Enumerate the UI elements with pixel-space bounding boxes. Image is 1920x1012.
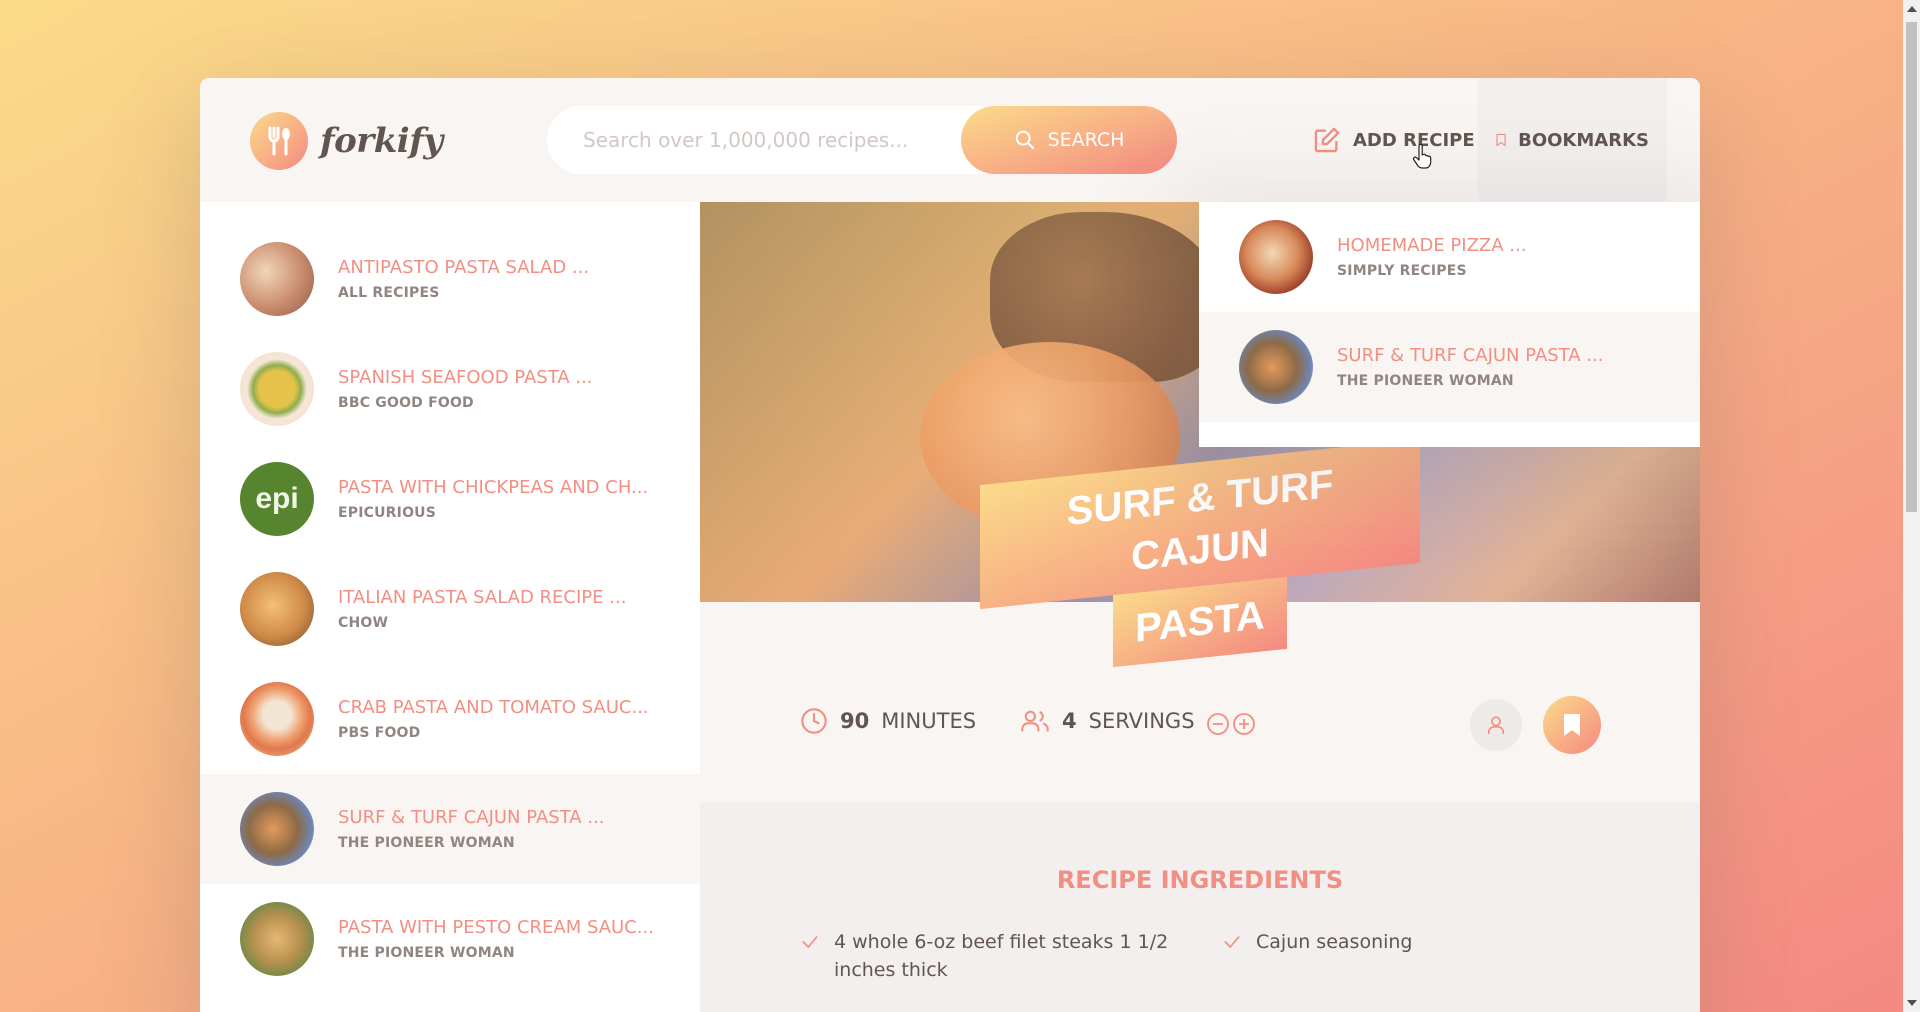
check-icon xyxy=(1224,936,1240,948)
result-publisher: ALL RECIPES xyxy=(338,285,440,301)
result-item[interactable]: CRAB PASTA AND TOMATO SAUC... PBS FOOD xyxy=(200,664,700,774)
result-title: ANTIPASTO PASTA SALAD ... xyxy=(338,257,590,278)
servings-controls xyxy=(1206,712,1256,736)
recipe-ingredients: RECIPE INGREDIENTS 4 whole 6-oz beef fil… xyxy=(700,802,1700,1012)
result-title: SPANISH SEAFOOD PASTA ... xyxy=(338,367,593,388)
bookmarks-dropdown: HOMEMADE PIZZA ... SIMPLY RECIPES SURF &… xyxy=(1199,202,1700,447)
bookmark-filled-icon xyxy=(1564,714,1580,736)
result-publisher: THE PIONEER WOMAN xyxy=(338,835,515,851)
servings: 4 SERVINGS xyxy=(1020,707,1195,735)
servings-value: 4 xyxy=(1062,709,1077,733)
result-title: CRAB PASTA AND TOMATO SAUC... xyxy=(338,697,649,718)
clock-icon xyxy=(801,708,827,734)
result-publisher: CHOW xyxy=(338,615,389,631)
servings-unit: SERVINGS xyxy=(1088,709,1195,733)
add-recipe-button[interactable]: ADD RECIPE xyxy=(1295,78,1493,202)
search-input[interactable] xyxy=(583,128,943,152)
result-publisher: EPICURIOUS xyxy=(338,505,437,521)
ingredients-heading: RECIPE INGREDIENTS xyxy=(1056,866,1344,894)
bookmarks-label: BOOKMARKS xyxy=(1518,129,1649,151)
recipe-thumbnail: epi xyxy=(240,462,314,536)
bookmark-title: HOMEMADE PIZZA ... xyxy=(1337,235,1527,256)
result-item[interactable]: SPANISH SEAFOOD PASTA ... BBC GOOD FOOD xyxy=(200,334,700,444)
search-icon xyxy=(1015,130,1034,150)
logo-text: forkify xyxy=(320,121,443,161)
check-icon xyxy=(802,936,818,948)
search-form: SEARCH xyxy=(547,106,1177,174)
bookmark-title: SURF & TURF CAJUN PASTA ... xyxy=(1337,345,1604,366)
bookmark-publisher: THE PIONEER WOMAN xyxy=(1337,373,1514,389)
increase-servings-button[interactable] xyxy=(1232,712,1256,736)
user-generated-badge xyxy=(1470,699,1522,751)
recipe-thumbnail xyxy=(240,572,314,646)
edit-icon xyxy=(1314,127,1340,153)
result-publisher: BBC GOOD FOOD xyxy=(338,395,474,411)
logo[interactable]: forkify xyxy=(250,112,443,170)
header: forkify SEARCH ADD RECIPE BOOKM xyxy=(200,78,1700,202)
app-container: forkify SEARCH ADD RECIPE BOOKM xyxy=(200,78,1700,1012)
recipe-thumbnail xyxy=(240,902,314,976)
fork-spoon-icon xyxy=(250,112,308,170)
recipe-thumbnail xyxy=(1239,330,1313,404)
bookmark-item[interactable]: HOMEMADE PIZZA ... SIMPLY RECIPES xyxy=(1199,202,1700,312)
result-item-active[interactable]: SURF & TURF CAJUN PASTA ... THE PIONEER … xyxy=(200,774,700,884)
search-button-label: SEARCH xyxy=(1047,129,1125,151)
result-publisher: THE PIONEER WOMAN xyxy=(338,945,515,961)
result-title: SURF & TURF CAJUN PASTA ... xyxy=(338,807,605,828)
result-item[interactable]: ANTIPASTO PASTA SALAD ... ALL RECIPES xyxy=(200,224,700,334)
result-title: ITALIAN PASTA SALAD RECIPE ... xyxy=(338,587,627,608)
cooking-time-value: 90 xyxy=(840,709,870,733)
recipe-thumbnail xyxy=(240,792,314,866)
ingredient-item: Cajun seasoning xyxy=(1222,928,1413,956)
scrollbar-thumb[interactable] xyxy=(1906,22,1917,512)
ingredient-text: 4 whole 6-oz beef filet steaks 1 1/2 inc… xyxy=(834,931,1169,981)
user-icon xyxy=(1487,716,1505,735)
page-scrollbar[interactable] xyxy=(1903,0,1920,1012)
bookmark-item-active[interactable]: SURF & TURF CAJUN PASTA ... THE PIONEER … xyxy=(1199,312,1700,422)
result-item[interactable]: epi PASTA WITH CHICKPEAS AND CH... EPICU… xyxy=(200,444,700,554)
bookmark-publisher: SIMPLY RECIPES xyxy=(1337,263,1467,279)
result-publisher: PBS FOOD xyxy=(338,725,421,741)
ingredient-text: Cajun seasoning xyxy=(1256,931,1413,953)
cooking-time: 90 MINUTES xyxy=(800,707,976,735)
search-results: ANTIPASTO PASTA SALAD ... ALL RECIPES SP… xyxy=(200,202,700,1012)
recipe-details: 90 MINUTES 4 SERVINGS xyxy=(700,602,1700,802)
scroll-down-arrow-icon[interactable] xyxy=(1907,1000,1917,1006)
search-button[interactable]: SEARCH xyxy=(961,106,1177,174)
recipe-thumbnail xyxy=(240,682,314,756)
users-icon xyxy=(1021,710,1049,732)
result-item[interactable]: ITALIAN PASTA SALAD RECIPE ... CHOW xyxy=(200,554,700,664)
ingredient-item: 4 whole 6-oz beef filet steaks 1 1/2 inc… xyxy=(800,928,1180,984)
bookmark-recipe-button[interactable] xyxy=(1543,696,1601,754)
recipe-thumbnail xyxy=(240,352,314,426)
recipe-thumbnail xyxy=(240,242,314,316)
recipe-thumbnail xyxy=(1239,220,1313,294)
bookmarks-button[interactable]: BOOKMARKS xyxy=(1478,78,1667,202)
result-title: PASTA WITH CHICKPEAS AND CH... xyxy=(338,477,649,498)
bookmark-icon xyxy=(1496,133,1506,147)
decrease-servings-button[interactable] xyxy=(1206,712,1230,736)
result-item[interactable]: PASTA WITH PESTO CREAM SAUC... THE PIONE… xyxy=(200,884,700,994)
scroll-up-arrow-icon[interactable] xyxy=(1907,6,1917,12)
mouse-pointer-icon xyxy=(1413,144,1432,169)
result-title: PASTA WITH PESTO CREAM SAUC... xyxy=(338,917,654,938)
cooking-time-unit: MINUTES xyxy=(881,709,977,733)
